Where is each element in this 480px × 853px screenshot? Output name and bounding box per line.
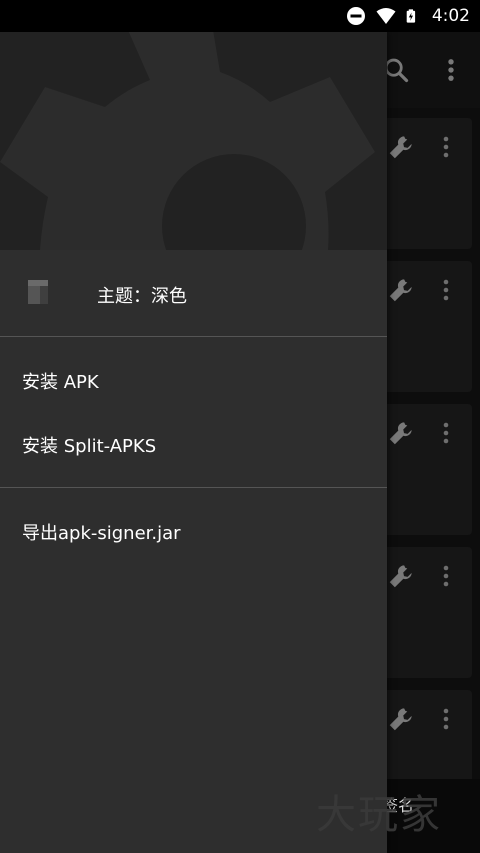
theme-icon (28, 280, 48, 304)
export-apk-signer-item[interactable]: 导出apk-signer.jar (0, 501, 387, 561)
theme-selector[interactable]: 主题：深色 (0, 250, 387, 336)
drawer-divider (0, 336, 387, 337)
install-apk-item[interactable]: 安装 APK (0, 350, 387, 410)
status-icons: 4:02 (346, 4, 470, 28)
gear-icon (0, 32, 375, 250)
battery-charging-icon (406, 9, 415, 23)
navigation-drawer: 主题：深色 安装 APK 安装 Split-APKS 导出apk-signer.… (0, 32, 387, 853)
drawer-header (0, 32, 387, 250)
do-not-disturb-icon (346, 7, 365, 25)
install-split-apks-label: 安装 Split-APKS (22, 436, 157, 457)
install-split-apks-item[interactable]: 安装 Split-APKS (0, 414, 387, 474)
theme-label: 主题：深色 (97, 286, 187, 307)
wifi-icon (376, 8, 396, 24)
status-time: 4:02 (431, 6, 470, 26)
drawer-scrim[interactable] (387, 32, 480, 853)
watermark-logo: 大玩家 (316, 792, 442, 838)
export-apk-signer-label: 导出apk-signer.jar (22, 523, 181, 544)
status-bar: 4:02 (0, 0, 480, 32)
install-apk-label: 安装 APK (22, 372, 99, 393)
drawer-divider (0, 487, 387, 488)
